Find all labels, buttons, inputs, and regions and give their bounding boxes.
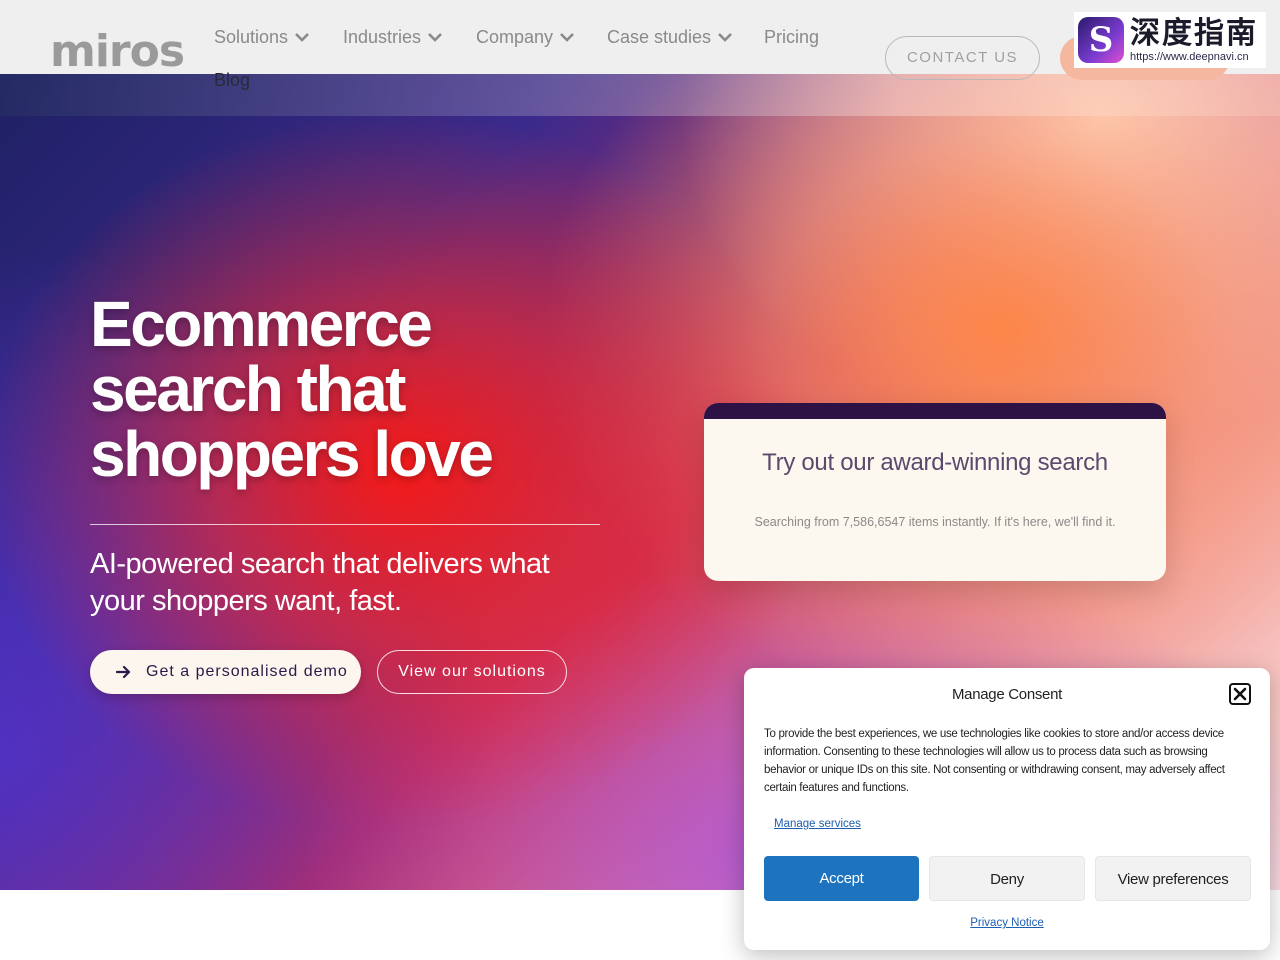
chevron-down-icon [560,33,574,42]
chevron-down-icon [428,33,442,42]
nav-pricing[interactable]: Pricing [764,22,819,52]
nav-case-studies-label: Case studies [607,27,712,47]
search-card-header-bar [704,403,1166,419]
search-card-description: Searching from 7,586,6547 items instantl… [754,515,1116,529]
nav-pricing-label: Pricing [764,27,820,47]
nav-industries[interactable]: Industries [343,22,443,52]
deny-button[interactable]: Deny [929,856,1085,901]
nav-company-label: Company [476,27,554,47]
nav-blog-label: Blog [214,70,251,90]
watermark-badge: S 深度指南 https://www.deepnavi.cn [1074,12,1266,68]
hero-title-line-2: search that [90,353,406,425]
miros-logo[interactable]: miros [50,30,185,74]
nav-solutions-label: Solutions [214,27,289,47]
chevron-down-icon [295,33,309,42]
hero-title: Ecommerce search that shoppers love [90,292,610,487]
get-demo-button[interactable]: Get a personalised demo [90,650,361,694]
arrow-right-icon [116,665,131,679]
consent-title: Manage Consent [951,686,1063,703]
manage-services-link[interactable]: Manage services [774,818,861,830]
hero-title-line-3: shoppers love [90,418,494,490]
watermark-title: 深度指南 [1130,16,1258,51]
watermark-url: https://www.deepnavi.cn [1130,51,1249,63]
nav-case-studies[interactable]: Case studies [607,22,733,52]
contact-us-button[interactable]: CONTACT US [885,36,1040,80]
accept-button[interactable]: Accept [764,856,919,901]
site-header: miros Solutions Industries Company Case … [0,0,1280,90]
get-demo-label: Get a personalised demo [146,663,348,680]
view-solutions-button[interactable]: View our solutions [377,650,567,694]
view-preferences-button[interactable]: View preferences [1095,856,1251,901]
hero-subtitle: AI-powered search that delivers what you… [90,548,550,617]
close-button[interactable] [1229,683,1251,705]
hero-divider [90,524,600,525]
nav-solutions[interactable]: Solutions [214,22,310,52]
hero-top-band [0,74,1280,116]
consent-body-text: To provide the best experiences, we use … [764,728,1225,794]
hero-title-line-1: Ecommerce [90,288,433,360]
nav-industries-label: Industries [343,27,422,47]
search-card-title: Try out our award-winning search [762,449,1108,476]
close-icon [1233,687,1247,701]
search-demo-card[interactable]: Try out our award-winning search Searchi… [704,403,1166,581]
nav-company[interactable]: Company [476,22,575,52]
consent-dialog: Manage Consent To provide the best exper… [744,668,1270,950]
watermark-logo-icon: S [1078,17,1124,63]
chevron-down-icon [718,33,732,42]
nav-blog[interactable]: Blog [214,65,250,95]
privacy-notice-link[interactable]: Privacy Notice [744,917,1270,929]
